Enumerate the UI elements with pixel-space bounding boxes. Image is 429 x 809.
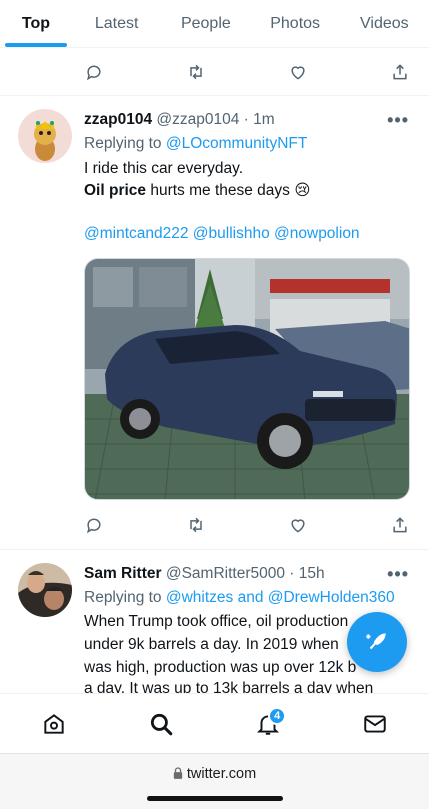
author-handle[interactable]: @SamRitter5000 bbox=[166, 565, 285, 582]
crying-emoji: 😢 bbox=[294, 182, 311, 199]
heart-icon bbox=[291, 66, 305, 80]
heart-icon bbox=[291, 519, 305, 533]
notification-badge: 4 bbox=[268, 706, 287, 725]
car-photo bbox=[85, 259, 409, 499]
reply-button[interactable] bbox=[82, 60, 106, 84]
address-bar[interactable]: twitter.com bbox=[0, 766, 429, 782]
reply-button[interactable] bbox=[82, 513, 106, 537]
reply-icon bbox=[86, 65, 101, 81]
bottom-navigation: 4 bbox=[0, 693, 429, 753]
retweet-button[interactable] bbox=[184, 513, 208, 537]
home-indicator[interactable] bbox=[147, 796, 283, 801]
bold-text: Oil price bbox=[84, 182, 147, 199]
author-name[interactable]: Sam Ritter bbox=[84, 565, 162, 582]
share-button[interactable] bbox=[388, 60, 412, 84]
lock-icon bbox=[173, 767, 182, 779]
tab-videos[interactable]: Videos bbox=[340, 0, 429, 47]
home-icon bbox=[43, 713, 64, 734]
divider bbox=[0, 95, 429, 96]
tweet-text-line: I ride this car everyday. bbox=[84, 160, 244, 177]
nav-explore[interactable] bbox=[141, 704, 181, 744]
compose-tweet-button[interactable] bbox=[347, 612, 407, 672]
search-icon bbox=[150, 713, 173, 735]
search-tabs: Top Latest People Photos Videos bbox=[0, 0, 429, 48]
avatar-image bbox=[18, 109, 72, 163]
tab-latest[interactable]: Latest bbox=[72, 0, 161, 47]
tweet-time[interactable]: · 15h bbox=[289, 565, 324, 582]
tweet-header: zzap0104 @zzap0104 · 1m bbox=[84, 111, 275, 129]
more-options-button[interactable]: ••• bbox=[387, 564, 409, 585]
replying-to: Replying to @whitzes and @DrewHolden360 bbox=[84, 589, 395, 606]
share-button[interactable] bbox=[388, 513, 412, 537]
url-text: twitter.com bbox=[186, 766, 257, 782]
nav-messages[interactable] bbox=[355, 704, 395, 744]
browser-bar: twitter.com bbox=[0, 753, 429, 809]
tab-people[interactable]: People bbox=[161, 0, 250, 47]
replying-to: Replying to @LOcommunityNFT bbox=[84, 135, 308, 152]
avatar[interactable] bbox=[18, 563, 72, 617]
tweet-header: Sam Ritter @SamRitter5000 · 15h bbox=[84, 565, 325, 583]
tweet-photo[interactable] bbox=[84, 258, 410, 500]
avatar[interactable] bbox=[18, 109, 72, 163]
mail-icon bbox=[364, 714, 387, 733]
author-handle[interactable]: @zzap0104 bbox=[156, 111, 239, 128]
replying-to-link[interactable]: @whitzes and @DrewHolden360 bbox=[166, 589, 395, 606]
retweet-button[interactable] bbox=[184, 60, 208, 84]
tweet-text-line: When Trump took office, oil production bbox=[84, 613, 349, 630]
share-icon bbox=[393, 64, 407, 80]
previous-tweet-actions bbox=[82, 57, 412, 87]
tweet-text-line: was high, production was up over 12k b bbox=[84, 659, 357, 676]
tweet-text-line: under 9k barrels a day. In 2019 when bbox=[84, 636, 339, 653]
replying-to-link[interactable]: @LOcommunityNFT bbox=[166, 135, 307, 152]
like-button[interactable] bbox=[286, 513, 310, 537]
retweet-icon bbox=[190, 64, 202, 80]
more-options-button[interactable]: ••• bbox=[387, 110, 409, 131]
divider bbox=[0, 549, 429, 550]
nav-home[interactable] bbox=[34, 704, 74, 744]
share-icon bbox=[393, 517, 407, 533]
tab-photos[interactable]: Photos bbox=[251, 0, 340, 47]
nav-notifications[interactable]: 4 bbox=[248, 704, 288, 744]
tab-top[interactable]: Top bbox=[0, 0, 72, 47]
tweet-actions bbox=[82, 510, 412, 540]
mentions[interactable]: @mintcand222 @bullishho @nowpolion bbox=[84, 225, 360, 243]
like-button[interactable] bbox=[286, 60, 310, 84]
author-name[interactable]: zzap0104 bbox=[84, 111, 152, 128]
retweet-icon bbox=[190, 517, 202, 533]
tweet-text-line: Oil price hurts me these days 😢 bbox=[84, 182, 311, 199]
reply-icon bbox=[86, 518, 101, 534]
avatar-image bbox=[18, 563, 72, 617]
tweet-time[interactable]: · 1m bbox=[244, 111, 275, 128]
compose-feather-icon bbox=[366, 633, 386, 650]
